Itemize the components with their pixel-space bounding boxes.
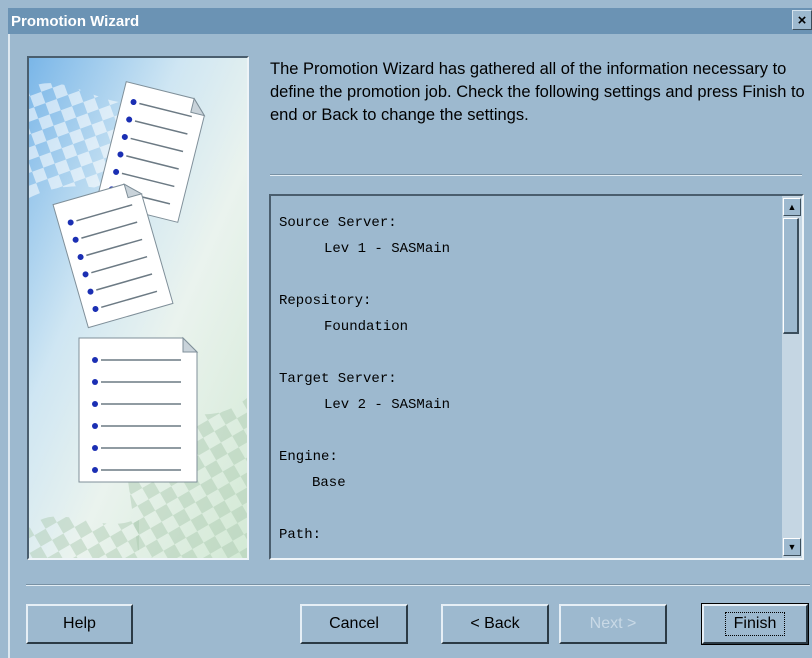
next-button[interactable]: Next > bbox=[559, 604, 667, 644]
finish-button[interactable]: Finish bbox=[701, 603, 809, 645]
cancel-button[interactable]: Cancel bbox=[300, 604, 408, 644]
target-server-label: Target Server: bbox=[279, 371, 397, 387]
title-bar: Promotion Wizard × bbox=[8, 8, 812, 34]
finish-button-label: Finish bbox=[724, 612, 786, 636]
source-server-value: Lev 1 - SASMain bbox=[324, 241, 451, 257]
scroll-down-button[interactable]: ▼ bbox=[783, 538, 801, 556]
repository-label: Repository: bbox=[279, 293, 372, 309]
close-icon: × bbox=[797, 12, 807, 29]
window-title: Promotion Wizard bbox=[11, 13, 140, 30]
source-server-label: Source Server: bbox=[279, 215, 397, 231]
scrollbar-thumb[interactable] bbox=[783, 218, 799, 334]
button-separator bbox=[26, 584, 810, 586]
help-button[interactable]: Help bbox=[26, 604, 133, 644]
target-server-value: Lev 2 - SASMain bbox=[324, 397, 451, 413]
scroll-up-icon: ▲ bbox=[787, 202, 797, 212]
settings-summary-box[interactable]: Source Server: Lev 1 - SASMain Repositor… bbox=[269, 194, 804, 560]
engine-value: Base bbox=[312, 475, 346, 491]
vertical-scrollbar[interactable]: ▲ ▼ bbox=[782, 196, 802, 558]
window-frame-edge bbox=[8, 34, 10, 658]
documents-illustration-icon bbox=[29, 58, 247, 558]
engine-label: Engine: bbox=[279, 449, 338, 465]
intro-separator bbox=[270, 174, 802, 176]
scroll-up-button[interactable]: ▲ bbox=[783, 198, 801, 216]
intro-text: The Promotion Wizard has gathered all of… bbox=[270, 60, 805, 124]
settings-summary-text: Source Server: Lev 1 - SASMain Repositor… bbox=[279, 210, 769, 548]
back-button[interactable]: < Back bbox=[441, 604, 549, 644]
path-label: Path: bbox=[279, 527, 322, 543]
scroll-down-icon: ▼ bbox=[787, 542, 797, 552]
repository-value: Foundation bbox=[324, 319, 409, 335]
wizard-illustration bbox=[27, 56, 249, 560]
close-button[interactable]: × bbox=[792, 10, 812, 30]
